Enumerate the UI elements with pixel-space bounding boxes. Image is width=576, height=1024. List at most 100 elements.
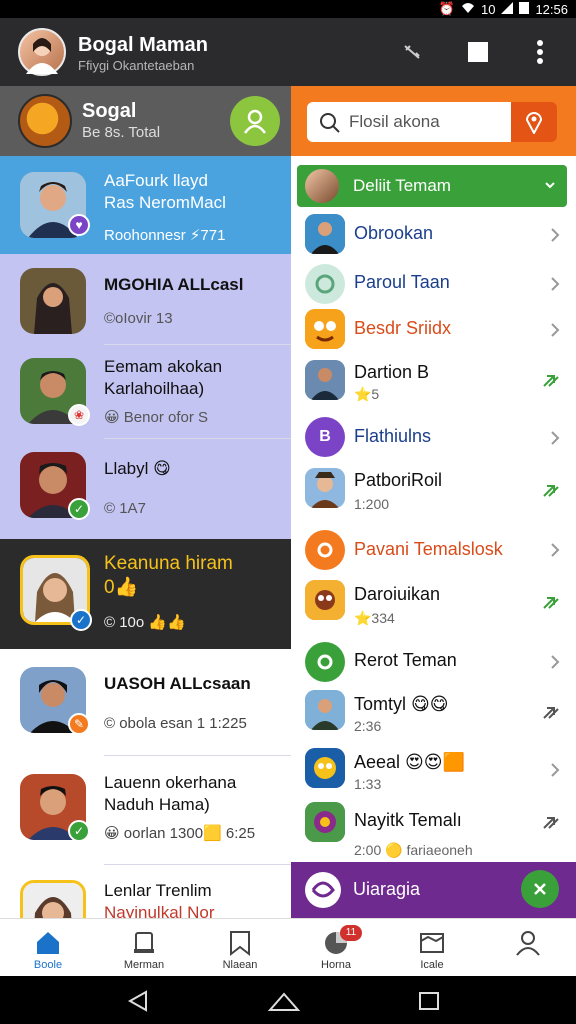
friend-row[interactable]: PatboriRoil 1:200 xyxy=(291,460,576,526)
friend-avatar xyxy=(305,802,345,842)
battery-icon xyxy=(519,1,530,17)
divider xyxy=(104,344,291,345)
friend-name: Besdr Sriidх xyxy=(354,318,452,338)
friend-row[interactable]: Pavani Temalslosk xyxy=(291,526,576,572)
chat-item[interactable]: ✓ Llabyl 😋 © 1A7 xyxy=(0,440,291,539)
group-logo[interactable] xyxy=(18,94,72,148)
recents-icon[interactable] xyxy=(418,991,440,1011)
chat-item[interactable]: ✓ Lauenn okerhana Naduh Hama) 😀 oorlan 1… xyxy=(0,756,291,864)
alarm-icon: ⏰ xyxy=(438,1,455,16)
chat-list-subtitle: Be 8s. Total xyxy=(82,124,161,141)
chat-item[interactable]: ♥ AaFourk llayd Ras NeromMacl Roohonnesr… xyxy=(0,156,291,254)
friend-row[interactable]: Obrookan xyxy=(291,210,576,260)
window-button[interactable] xyxy=(466,36,490,68)
home-nav-icon[interactable] xyxy=(268,990,300,1012)
chat-item[interactable]: Lenlar Trenlim Nayinulkal Nor xyxy=(0,866,291,918)
friend-row[interactable]: Rerot Teman xyxy=(291,638,576,684)
notification-count-badge: 11 xyxy=(340,925,362,941)
nav-saved[interactable]: Nlaean xyxy=(192,919,288,977)
search-submit-button[interactable] xyxy=(511,102,557,142)
chevron-down-icon xyxy=(545,182,555,189)
chat-name-line2: Ras NeromMacl xyxy=(104,193,226,212)
friend-row[interactable]: Daroiuikan ⭐334 xyxy=(291,572,576,638)
chevron-right-icon xyxy=(551,431,560,445)
group-banner-label: Uiaragia xyxy=(353,879,421,899)
nav-scale[interactable]: Icale xyxy=(384,919,480,977)
friend-row[interactable]: Besdr Sriidх xyxy=(291,306,576,352)
search-icon xyxy=(320,113,340,133)
friends-panel: Flosil akona Deliit Temam Obrookan Parou… xyxy=(291,86,576,918)
call-off-button[interactable] xyxy=(398,36,426,68)
friends-section-header[interactable]: Deliit Temam xyxy=(297,165,567,207)
signal-icon xyxy=(501,1,514,17)
nav-profile[interactable] xyxy=(480,919,576,977)
search-bar: Flosil akona xyxy=(291,86,576,156)
friend-row[interactable]: B Flathiulns xyxy=(291,414,576,460)
friend-name: PatboriRoil xyxy=(354,470,443,490)
chevron-right-icon xyxy=(551,228,560,242)
reaction-badge-icon: ❀ xyxy=(68,404,90,426)
more-vert-icon xyxy=(537,40,543,64)
square-icon xyxy=(468,42,488,62)
share-arrow-icon xyxy=(543,597,559,609)
chat-avatar xyxy=(20,880,86,918)
orange-badge-icon: ✎ xyxy=(68,713,90,735)
friend-row[interactable]: Dartion B ⭐5 xyxy=(291,352,576,414)
app-title: Bogal Maman xyxy=(78,34,209,56)
friend-avatar xyxy=(305,690,345,730)
close-banner-button[interactable] xyxy=(521,870,559,908)
nav-notifications[interactable]: 11 Horna xyxy=(288,919,384,977)
friend-avatar xyxy=(305,642,345,682)
nav-notifications-label: Horna xyxy=(321,959,351,971)
chat-meta: ©oIovir 13 xyxy=(104,310,173,327)
nav-scale-label: Icale xyxy=(420,959,444,971)
friend-sub: 1:200 xyxy=(354,496,390,512)
share-arrow-icon xyxy=(543,375,559,387)
map-icon xyxy=(420,933,444,953)
friends-section-title: Deliit Temam xyxy=(353,176,451,195)
search-input[interactable]: Flosil akona xyxy=(307,102,511,142)
share-arrow-icon xyxy=(543,817,559,829)
chat-item[interactable]: MGOHIA ALLcasl ©oIovir 13 xyxy=(0,254,291,346)
chat-list-title: Sogal xyxy=(82,100,137,122)
nav-saved-label: Nlaean xyxy=(222,959,258,971)
chat-name-line2: 0👍 xyxy=(104,577,139,598)
friend-row[interactable]: Paroul Taan xyxy=(291,260,576,306)
chat-item[interactable]: ❀ Eemam akokan Karlahoilhaa) 😀 Benor ofo… xyxy=(0,346,291,440)
more-options-button[interactable] xyxy=(528,36,552,68)
close-icon xyxy=(534,883,546,895)
nav-members-label: Merman xyxy=(123,959,165,971)
heart-badge-icon: ♥ xyxy=(68,214,90,236)
person-icon xyxy=(243,109,267,134)
profile-avatar[interactable] xyxy=(18,28,66,76)
chat-name: Lauenn okerhana xyxy=(104,773,237,792)
friend-sub: 1:33 xyxy=(354,776,382,792)
chevron-right-icon xyxy=(551,763,560,777)
nav-members[interactable]: Merman xyxy=(96,919,192,977)
friend-row[interactable]: Aeeal 😍😍🟧 1:33 xyxy=(291,742,576,800)
call-off-icon xyxy=(404,45,420,59)
status-bar: ⏰ 10 12:56 xyxy=(0,0,576,18)
chevron-right-icon xyxy=(551,323,560,337)
chat-item[interactable]: ✎ UASOH ALLcsaan © obola esan 1 1:225 xyxy=(0,649,291,755)
friend-avatar xyxy=(305,214,345,254)
group-banner[interactable]: Uiaragia xyxy=(291,862,576,918)
share-arrow-icon xyxy=(543,707,559,719)
back-icon[interactable] xyxy=(126,990,150,1012)
chevron-right-icon xyxy=(551,655,560,669)
chat-name-line2: Karlahoilhaa) xyxy=(104,379,205,398)
chat-name: Keanuna hiram xyxy=(104,553,233,574)
friend-avatar xyxy=(305,468,345,508)
chat-avatar xyxy=(20,268,86,334)
friend-row[interactable]: Tomtyl 😋😋 2:36 xyxy=(291,684,576,742)
person-icon xyxy=(516,931,540,956)
chat-list-panel: Sogal Be 8s. Total ♥ AaFourk llayd Ras N… xyxy=(0,86,291,918)
friend-row[interactable]: Nayitk Temalı 2:00 🟡 fariaeoneh xyxy=(291,800,576,860)
add-contact-button[interactable] xyxy=(230,96,280,146)
group-banner-logo xyxy=(305,872,341,908)
chat-item[interactable]: ✓ Keanuna hiram 0👍 © 10o 👍👍 xyxy=(0,539,291,649)
chat-list-header: Sogal Be 8s. Total xyxy=(0,86,291,156)
nav-home[interactable]: Boole xyxy=(0,919,96,977)
chat-name-line2: Nayinulkal Nor xyxy=(104,903,215,918)
friend-avatar xyxy=(305,309,345,349)
